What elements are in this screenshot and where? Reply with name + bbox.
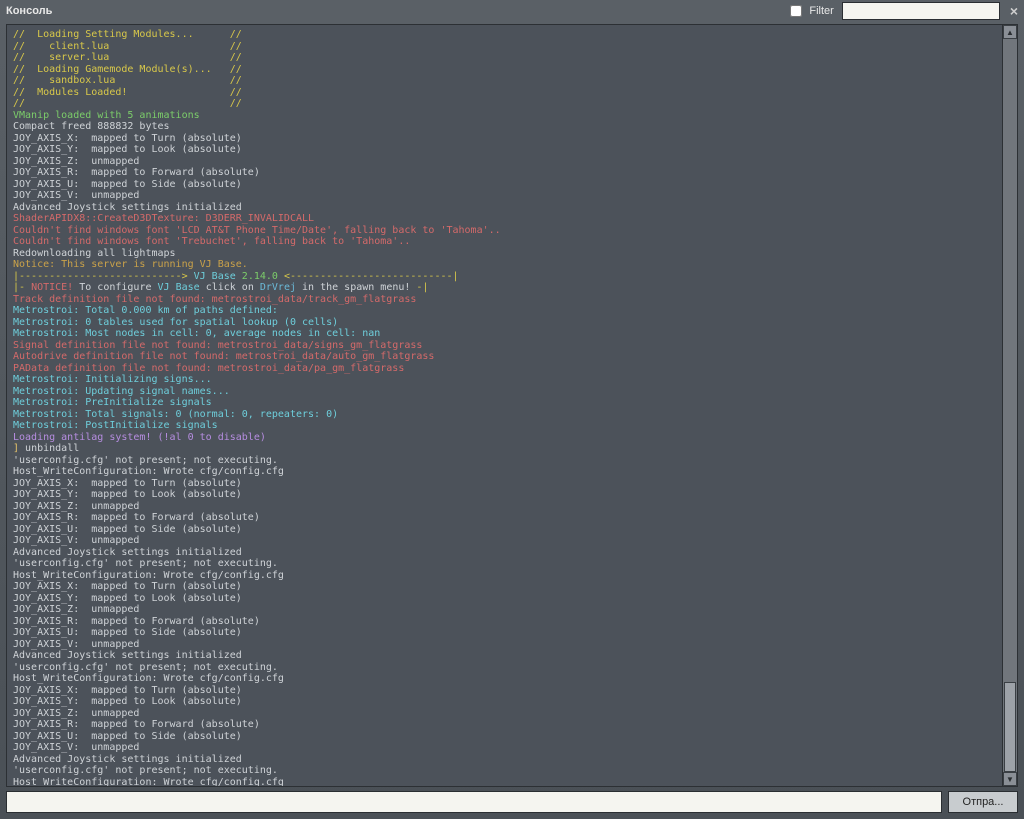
log-line: Metrostroi: Updating signal names... [13,386,999,398]
log-line: Couldn't find windows font 'Trebuchet', … [13,236,999,248]
log-line: ] unbindall [13,443,999,455]
log-line: Advanced Joystick settings initialized [13,202,999,214]
scroll-up-button[interactable]: ▲ [1003,25,1017,39]
log-line: Metrostroi: PreInitialize signals [13,397,999,409]
log-line: JOY_AXIS_X: mapped to Turn (absolute) [13,478,999,490]
window-title: Консоль [6,5,52,17]
log-line: JOY_AXIS_R: mapped to Forward (absolute) [13,512,999,524]
log-line: Redownloading all lightmaps [13,248,999,260]
console-output-frame: // Loading Setting Modules... //// clien… [6,24,1018,787]
log-line: JOY_AXIS_R: mapped to Forward (absolute) [13,167,999,179]
log-line: Host_WriteConfiguration: Wrote cfg/confi… [13,673,999,685]
log-line: JOY_AXIS_Z: unmapped [13,501,999,513]
log-line: Autodrive definition file not found: met… [13,351,999,363]
filter-label: Filter [809,5,833,17]
log-line: Loading antilag system! (!al 0 to disabl… [13,432,999,444]
log-line: JOY_AXIS_U: mapped to Side (absolute) [13,627,999,639]
log-line: 'userconfig.cfg' not present; not execut… [13,765,999,777]
log-line: Metrostroi: Initializing signs... [13,374,999,386]
log-line: // Loading Gamemode Module(s)... // [13,64,999,76]
log-line: |- NOTICE! To configure VJ Base click on… [13,282,999,294]
log-line: JOY_AXIS_U: mapped to Side (absolute) [13,524,999,536]
log-line: JOY_AXIS_U: mapped to Side (absolute) [13,179,999,191]
log-line: Metrostroi: Total 0.000 km of paths defi… [13,305,999,317]
log-line: JOY_AXIS_U: mapped to Side (absolute) [13,731,999,743]
command-bar: Отпра... [6,791,1018,813]
log-line: JOY_AXIS_Z: unmapped [13,708,999,720]
log-line: PAData definition file not found: metros… [13,363,999,375]
log-line: JOY_AXIS_Y: mapped to Look (absolute) [13,696,999,708]
log-line: JOY_AXIS_Z: unmapped [13,156,999,168]
filter-input[interactable] [842,2,1000,20]
log-line: JOY_AXIS_X: mapped to Turn (absolute) [13,133,999,145]
send-button[interactable]: Отпра... [948,791,1018,813]
command-input[interactable] [6,791,942,813]
scroll-thumb[interactable] [1004,682,1016,772]
log-line: JOY_AXIS_Y: mapped to Look (absolute) [13,593,999,605]
log-line: |---------------------------> VJ Base 2.… [13,271,999,283]
titlebar: Консоль Filter × [0,0,1024,22]
scrollbar[interactable]: ▲ ▼ [1002,25,1017,786]
log-line: JOY_AXIS_V: unmapped [13,535,999,547]
log-line: Compact freed 888832 bytes [13,121,999,133]
log-line: 'userconfig.cfg' not present; not execut… [13,558,999,570]
log-line: // sandbox.lua // [13,75,999,87]
log-line: JOY_AXIS_V: unmapped [13,742,999,754]
log-line: Metrostroi: Total signals: 0 (normal: 0,… [13,409,999,421]
filter-checkbox[interactable] [790,5,802,17]
log-line: Host_WriteConfiguration: Wrote cfg/confi… [13,466,999,478]
log-line: Couldn't find windows font 'LCD AT&T Pho… [13,225,999,237]
log-line: ShaderAPIDX8::CreateD3DTexture: D3DERR_I… [13,213,999,225]
log-line: Advanced Joystick settings initialized [13,754,999,766]
log-line: JOY_AXIS_Z: unmapped [13,604,999,616]
log-line: JOY_AXIS_R: mapped to Forward (absolute) [13,616,999,628]
log-line: // server.lua // [13,52,999,64]
filter-toggle[interactable]: Filter [786,2,833,20]
log-line: // Modules Loaded! // [13,87,999,99]
log-line: // client.lua // [13,41,999,53]
log-line: // // [13,98,999,110]
log-line: 'userconfig.cfg' not present; not execut… [13,662,999,674]
log-line: Host_WriteConfiguration: Wrote cfg/confi… [13,777,999,788]
log-line: JOY_AXIS_X: mapped to Turn (absolute) [13,581,999,593]
log-line: 'userconfig.cfg' not present; not execut… [13,455,999,467]
log-line: Metrostroi: 0 tables used for spatial lo… [13,317,999,329]
log-line: VManip loaded with 5 animations [13,110,999,122]
log-line: Metrostroi: Most nodes in cell: 0, avera… [13,328,999,340]
log-line: Metrostroi: PostInitialize signals [13,420,999,432]
close-icon[interactable]: × [1010,3,1018,19]
log-line: Advanced Joystick settings initialized [13,650,999,662]
log-line: Advanced Joystick settings initialized [13,547,999,559]
console-output[interactable]: // Loading Setting Modules... //// clien… [7,25,1003,786]
log-line: JOY_AXIS_X: mapped to Turn (absolute) [13,685,999,697]
log-line: Track definition file not found: metrost… [13,294,999,306]
log-line: JOY_AXIS_V: unmapped [13,639,999,651]
log-line: Signal definition file not found: metros… [13,340,999,352]
log-line: Host_WriteConfiguration: Wrote cfg/confi… [13,570,999,582]
log-line: JOY_AXIS_R: mapped to Forward (absolute) [13,719,999,731]
scroll-down-button[interactable]: ▼ [1003,772,1017,786]
log-line: JOY_AXIS_V: unmapped [13,190,999,202]
log-line: Notice: This server is running VJ Base. [13,259,999,271]
log-line: JOY_AXIS_Y: mapped to Look (absolute) [13,489,999,501]
log-line: JOY_AXIS_Y: mapped to Look (absolute) [13,144,999,156]
log-line: // Loading Setting Modules... // [13,29,999,41]
